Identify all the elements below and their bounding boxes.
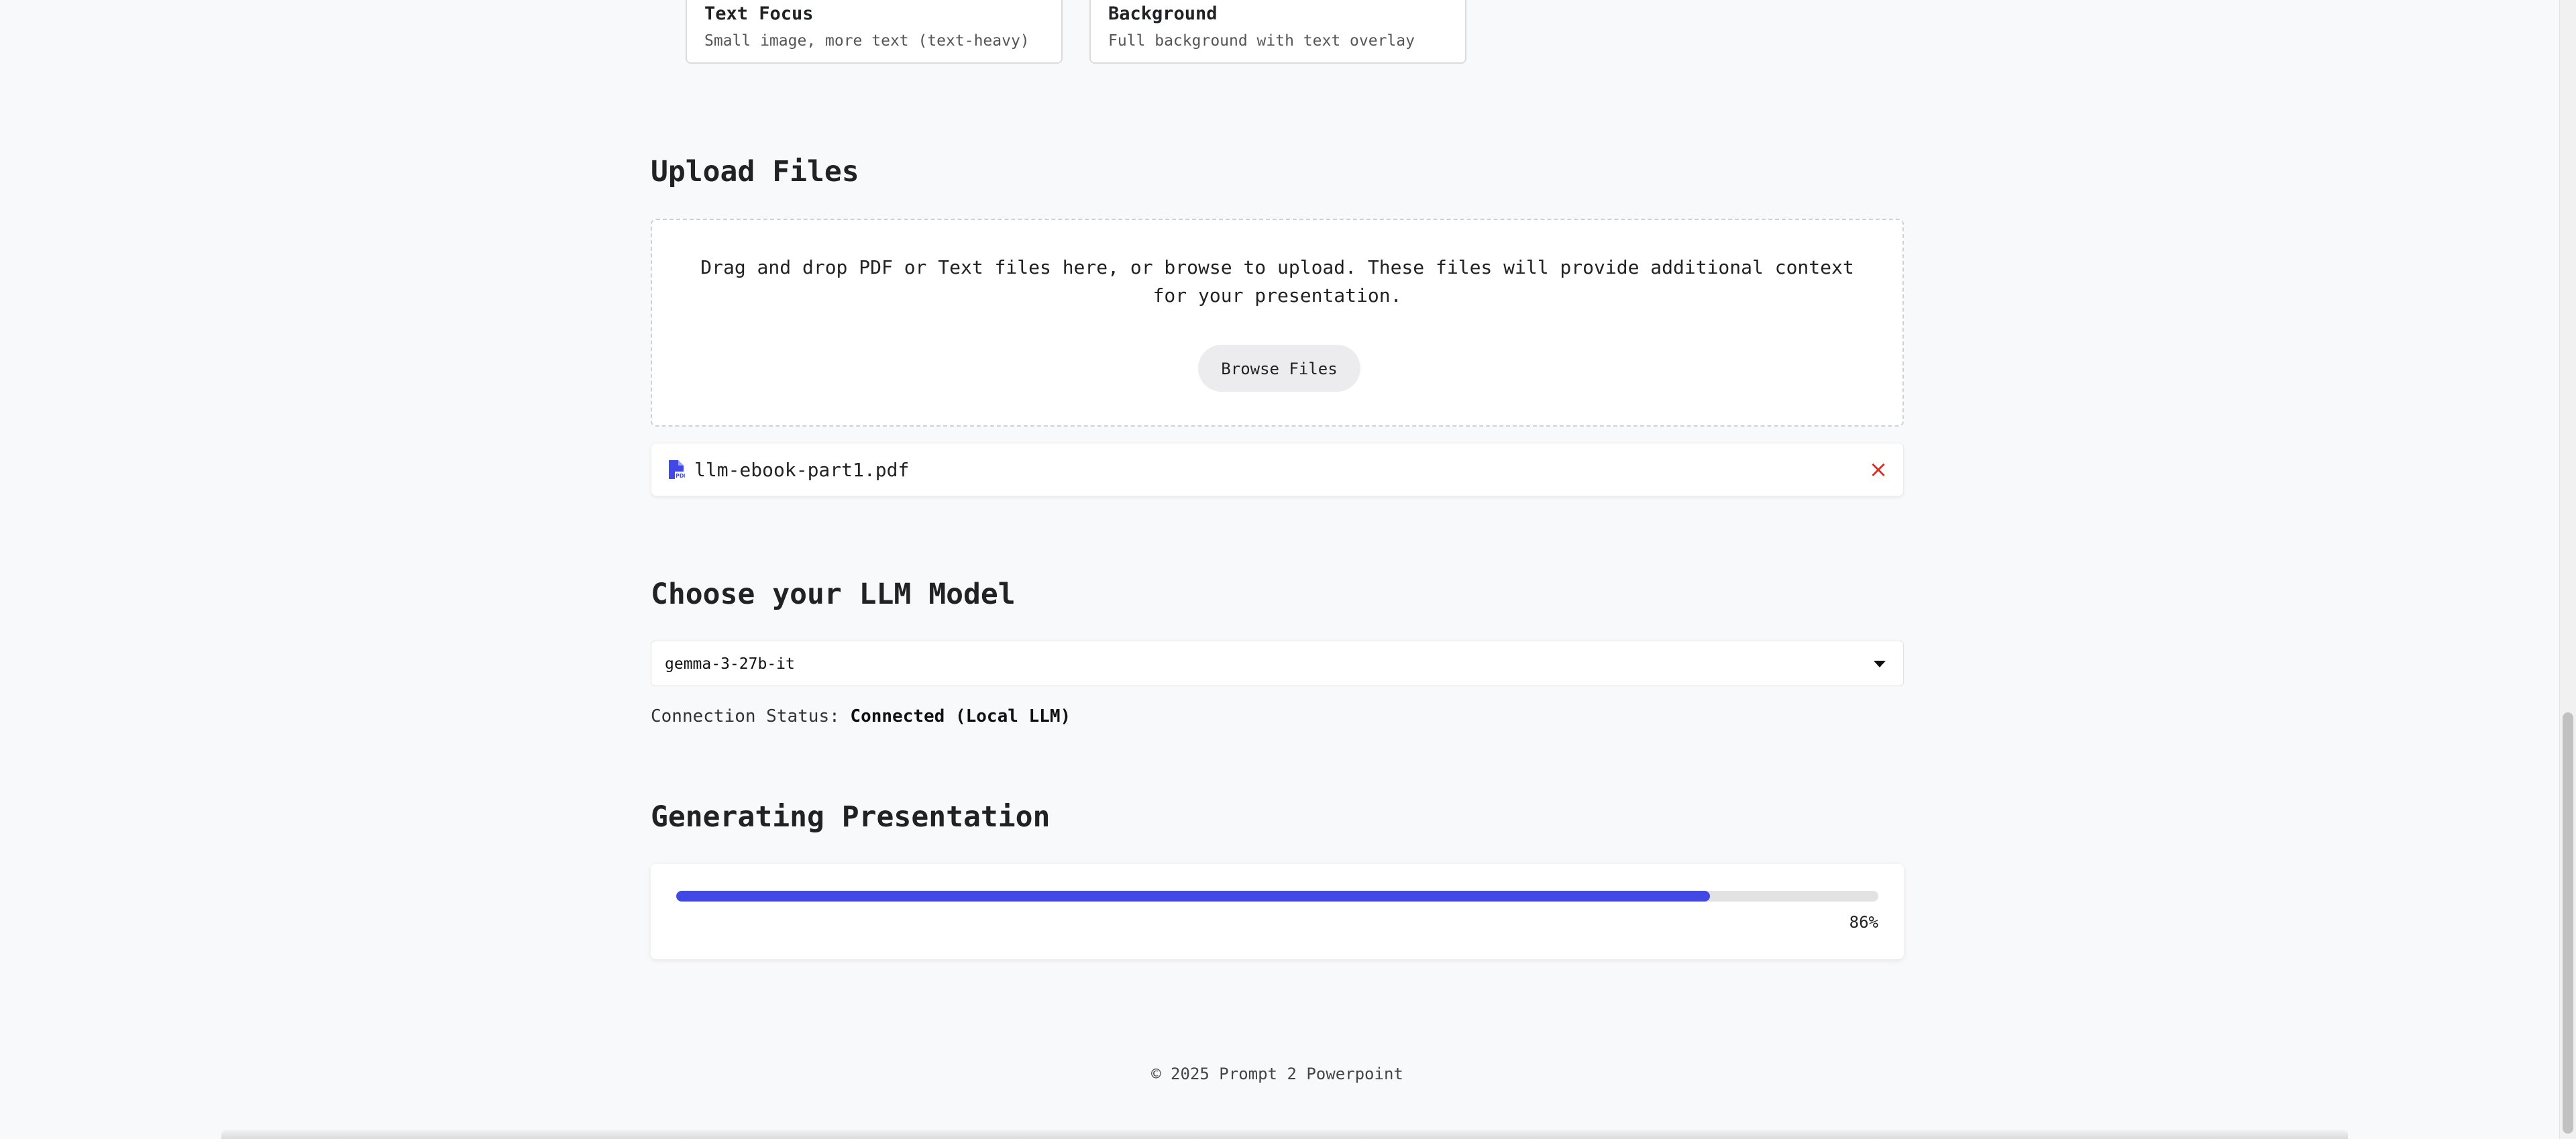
connection-status: Connection Status: Connected (Local LLM) [651,704,1071,728]
file-dropzone[interactable]: Drag and drop PDF or Text files here, or… [651,219,1904,427]
progress-bar-fill [676,891,1711,902]
generating-heading: Generating Presentation [651,800,1051,834]
close-icon[interactable]: × [1867,458,1890,481]
pdf-file-icon: PDF [667,459,688,480]
layout-option-description: Small image, more text (text-heavy) [704,32,1030,50]
layout-option-text-focus[interactable]: Text Focus Small image, more text (text-… [686,0,1063,64]
svg-text:PDF: PDF [676,473,685,479]
progress-bar [676,891,1878,902]
layout-option-title: Text Focus [704,3,814,24]
progress-card: 86% [651,864,1904,959]
layout-option-background[interactable]: Background Full background with text ove… [1089,0,1466,64]
scrollbar-thumb[interactable] [2563,712,2573,1134]
chevron-down-icon [1874,661,1886,667]
browse-files-button[interactable]: Browse Files [1198,345,1360,392]
footer-copyright: © 2025 Prompt 2 Powerpoint [1151,1065,1403,1083]
dropzone-instructions: Drag and drop PDF or Text files here, or… [700,256,1854,307]
upload-files-heading: Upload Files [651,155,859,188]
layout-option-description: Full background with text overlay [1108,32,1415,50]
model-select-value: gemma-3-27b-it [665,655,795,673]
connection-status-value: Connected (Local LLM) [850,706,1071,726]
file-name: llm-ebook-part1.pdf [694,459,910,481]
bottom-edge-shadow [221,1130,2348,1139]
choose-model-heading: Choose your LLM Model [651,578,1016,611]
page-scrollbar[interactable] [2559,0,2576,1139]
progress-percent-label: 86% [1849,913,1878,932]
layout-option-title: Background [1108,3,1218,24]
uploaded-file-item: PDF llm-ebook-part1.pdf × [651,443,1904,496]
model-select[interactable]: gemma-3-27b-it [651,641,1904,686]
connection-status-label: Connection Status: [651,706,840,726]
